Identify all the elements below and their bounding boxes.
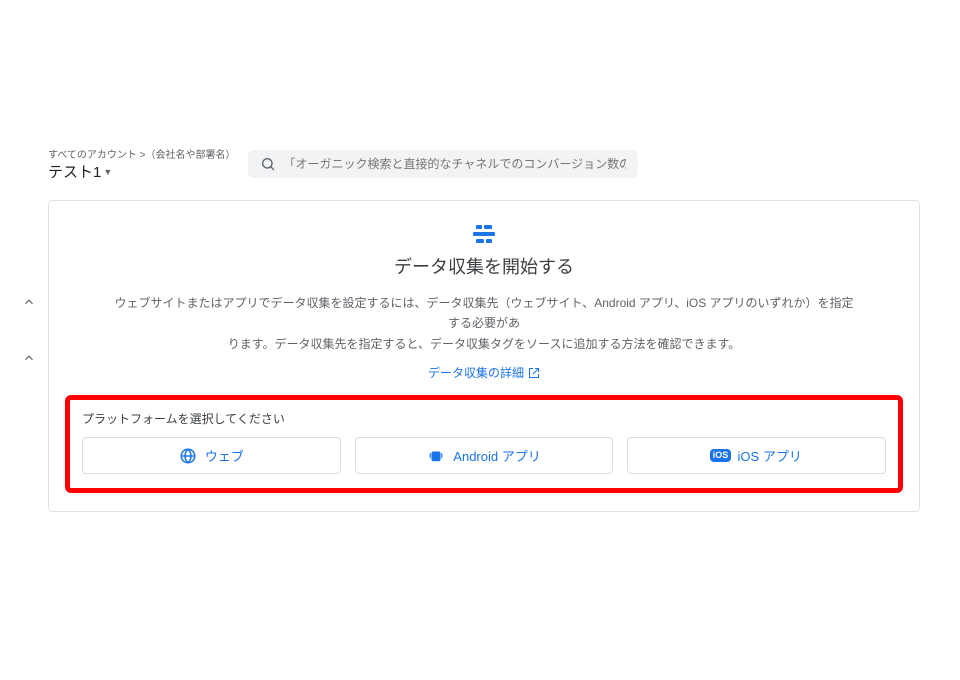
link-label: データ収集の詳細: [428, 364, 524, 381]
breadcrumb[interactable]: すべてのアカウント >（会社名や部署名） テスト1 ▼: [48, 146, 236, 182]
web-icon: [179, 447, 197, 465]
data-collection-panel: データ収集を開始する ウェブサイトまたはアプリでデータ収集を設定するには、データ…: [48, 200, 920, 512]
search-bar[interactable]: [248, 150, 638, 178]
ios-icon: iOS: [712, 447, 730, 465]
android-icon: [427, 447, 445, 465]
platform-label: iOS アプリ: [738, 446, 802, 465]
panel-heading: データ収集を開始する: [49, 253, 919, 279]
data-stream-icon: [49, 225, 919, 243]
chevron-up-icon[interactable]: [22, 295, 36, 309]
search-input[interactable]: [284, 157, 626, 171]
breadcrumb-path: すべてのアカウント >（会社名や部署名）: [48, 146, 236, 161]
chevron-up-icon[interactable]: [22, 351, 36, 365]
platform-options: ウェブ Android アプリ iOS iOS アプリ: [82, 437, 886, 474]
platform-label: ウェブ: [205, 446, 244, 465]
side-collapse-controls: [22, 295, 36, 365]
platform-android-button[interactable]: Android アプリ: [355, 437, 614, 474]
platform-selection-highlight: プラットフォームを選択してください ウェブ Android アプリ iOS iO…: [65, 395, 903, 493]
platform-ios-button[interactable]: iOS iOS アプリ: [627, 437, 886, 474]
search-icon: [260, 156, 276, 172]
panel-description: ウェブサイトまたはアプリでデータ収集を設定するには、データ収集先（ウェブサイト、…: [49, 293, 919, 354]
top-bar: すべてのアカウント >（会社名や部署名） テスト1 ▼: [0, 140, 960, 188]
platform-select-label: プラットフォームを選択してください: [82, 410, 886, 427]
chevron-down-icon: ▼: [103, 167, 112, 177]
account-name: テスト1: [48, 161, 101, 182]
learn-more-link[interactable]: データ収集の詳細: [428, 364, 540, 381]
platform-label: Android アプリ: [453, 446, 540, 465]
external-link-icon: [528, 367, 540, 379]
account-selector[interactable]: テスト1 ▼: [48, 161, 236, 182]
platform-web-button[interactable]: ウェブ: [82, 437, 341, 474]
